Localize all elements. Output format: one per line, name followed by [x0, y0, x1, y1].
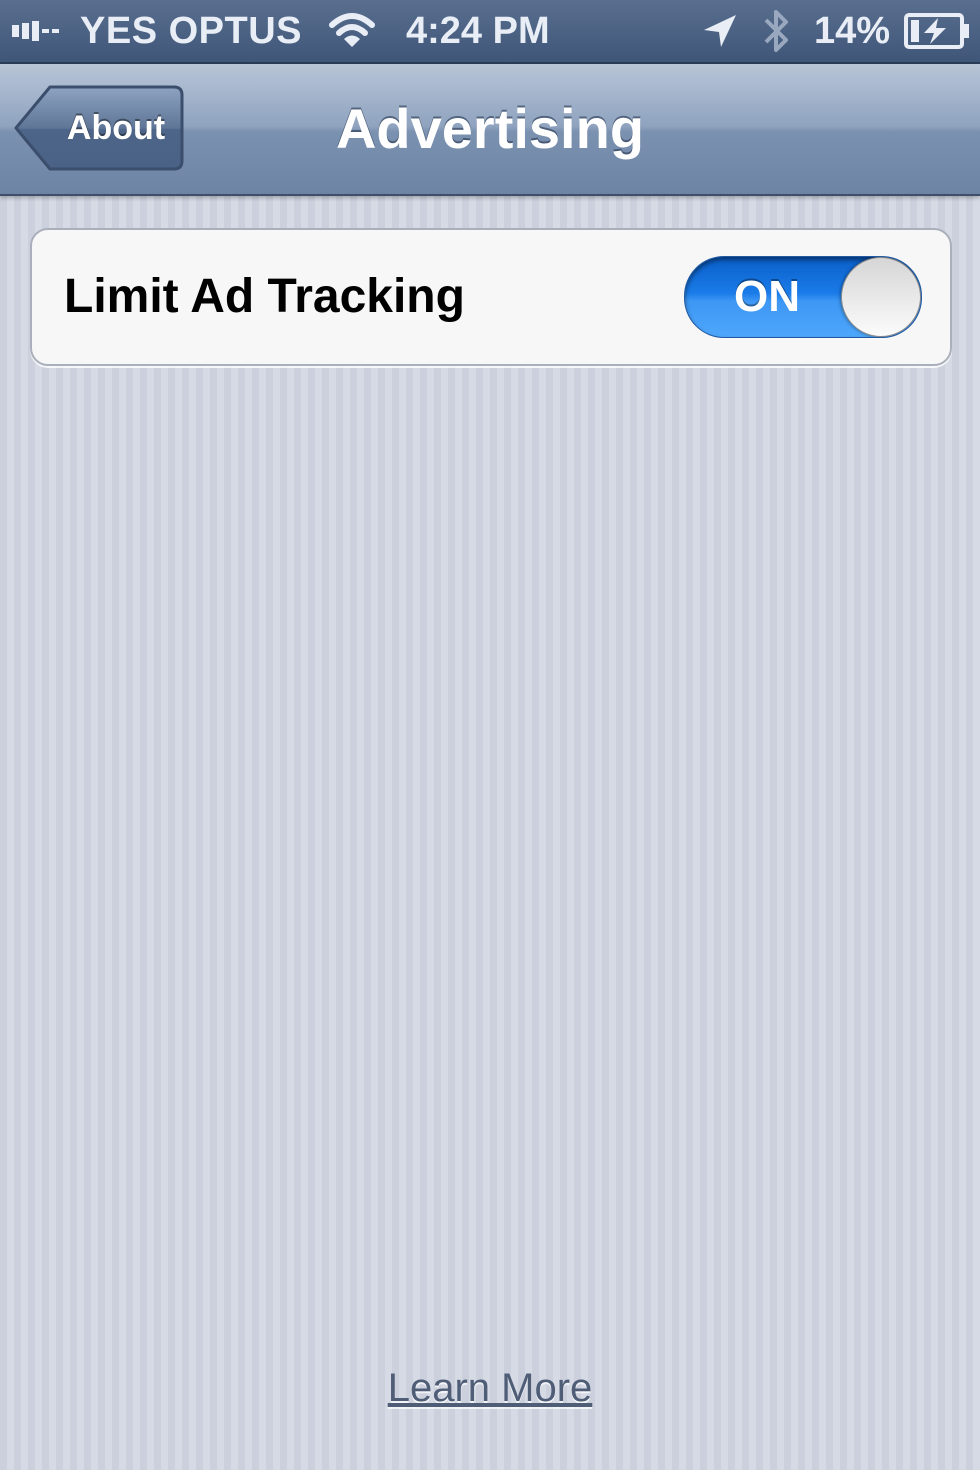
status-time: 4:24 PM: [406, 9, 550, 52]
battery-charging-icon: [904, 0, 970, 62]
battery-percent: 14%: [814, 9, 891, 52]
settings-group: Limit Ad Tracking ON: [30, 228, 952, 366]
back-button-label: About: [66, 109, 166, 147]
toggle-knob[interactable]: [841, 257, 921, 337]
page-title: Advertising: [335, 97, 645, 160]
status-bar: YES OPTUS 4:24 PM 14%: [0, 0, 980, 64]
wifi-icon: [328, 0, 376, 62]
carrier-name: YES OPTUS: [80, 9, 302, 52]
location-icon: [700, 0, 740, 62]
learn-more-link[interactable]: Learn More: [0, 1366, 980, 1411]
navigation-bar: About Advertising: [0, 64, 980, 196]
limit-ad-tracking-toggle[interactable]: ON: [684, 256, 922, 338]
back-button[interactable]: About: [14, 84, 184, 172]
bluetooth-icon: [760, 0, 792, 62]
signal-icon: [12, 0, 62, 62]
toggle-state-label: ON: [734, 272, 800, 321]
limit-ad-tracking-label: Limit Ad Tracking: [64, 270, 465, 323]
